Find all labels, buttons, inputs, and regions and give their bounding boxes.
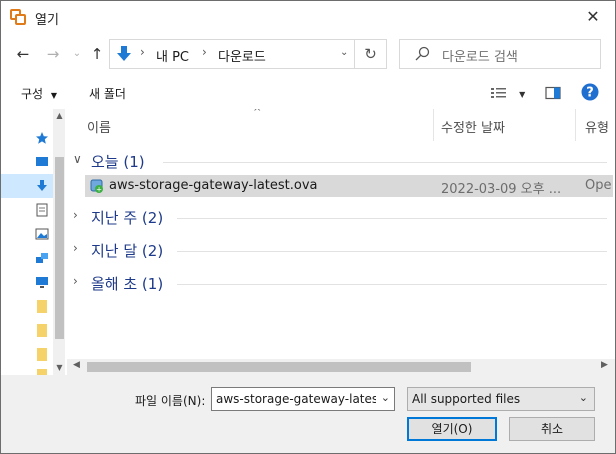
search-box[interactable]: 다운로드 검색: [399, 39, 601, 69]
file-row[interactable]: + aws-storage-gateway-latest.ova 2022-03…: [85, 175, 613, 197]
scrollbar-thumb[interactable]: [55, 157, 64, 339]
quick-access-star-icon[interactable]: [35, 131, 49, 145]
breadcrumb-downloads[interactable]: 다운로드: [218, 46, 266, 65]
chevron-right-icon: ›: [73, 241, 78, 255]
folder-icon[interactable]: [35, 323, 49, 337]
back-button[interactable]: ←: [13, 43, 33, 65]
chevron-down-icon: ⌄: [72, 48, 82, 59]
file-modified: 2022-03-09 오후 ...: [441, 182, 562, 197]
filename-combobox[interactable]: aws-storage-gateway-latest.ova ⌄: [211, 387, 395, 411]
group-label: 올해 초 (1): [91, 275, 164, 293]
chevron-right-icon: ›: [73, 274, 78, 288]
forward-button[interactable]: →: [43, 43, 63, 65]
arrow-right-icon: →: [46, 45, 60, 63]
new-folder-button[interactable]: 새 폴더: [89, 85, 126, 102]
svg-text:?: ?: [586, 86, 594, 101]
pictures-icon[interactable]: [35, 227, 49, 241]
close-button[interactable]: ✕: [581, 5, 605, 29]
folder-icon[interactable]: [35, 347, 49, 361]
search-icon: [415, 46, 430, 61]
filetype-select[interactable]: All supported files ⌄: [407, 387, 595, 411]
close-icon: ✕: [586, 7, 600, 26]
help-icon: ?: [581, 83, 599, 101]
scroll-left-icon[interactable]: ◀: [73, 360, 80, 370]
scroll-up-icon[interactable]: ▲: [53, 111, 65, 120]
nav-pane-scrollbar[interactable]: ▲ ▼: [53, 109, 65, 375]
breadcrumb-separator-icon: ›: [140, 45, 145, 59]
chevron-right-icon: ›: [73, 208, 78, 222]
open-file-dialog: 열기 ✕ ← → ⌄ ↑ › 내 PC › 다운로드 ⌄ ↻ 다운로드 검색 구…: [0, 0, 616, 454]
view-options-button[interactable]: ▼: [490, 85, 525, 104]
refresh-button[interactable]: ↻: [354, 40, 386, 68]
caret-down-icon: ▼: [519, 90, 526, 99]
group-label: 오늘 (1): [91, 153, 145, 171]
documents-icon[interactable]: [35, 203, 49, 217]
group-header-last-week[interactable]: › 지난 주 (2): [73, 205, 611, 231]
download-folder-icon: [117, 46, 131, 61]
filename-input[interactable]: aws-storage-gateway-latest.ova: [216, 392, 376, 406]
scroll-right-icon[interactable]: ▶: [601, 360, 608, 370]
navigation-bar: ← → ⌄ ↑ › 내 PC › 다운로드 ⌄ ↻ 다운로드 검색: [1, 37, 615, 73]
filetype-value: All supported files: [412, 392, 521, 406]
chevron-down-icon: ∨: [73, 152, 82, 166]
group-header-today[interactable]: ∨ 오늘 (1): [73, 149, 611, 175]
group-divider: [177, 284, 607, 285]
breadcrumb-separator-icon: ›: [202, 45, 207, 59]
search-placeholder: 다운로드 검색: [442, 50, 518, 65]
column-header-modified[interactable]: 수정한 날짜: [441, 117, 505, 136]
downloads-nav-icon[interactable]: [35, 179, 49, 193]
file-type: Ope: [585, 178, 612, 193]
column-header-type[interactable]: 유형: [585, 117, 609, 136]
window-title: 열기: [35, 13, 59, 28]
navigation-pane: ▲ ▼: [1, 109, 65, 375]
column-divider[interactable]: [433, 109, 434, 141]
details-view-icon: [491, 88, 506, 98]
group-divider: [177, 251, 607, 252]
app-icon: [10, 9, 26, 25]
filename-label: 파일 이름(N):: [135, 394, 206, 408]
title-bar: 열기 ✕: [1, 1, 615, 33]
ova-file-icon: +: [90, 179, 103, 194]
preview-pane-icon: [545, 86, 561, 100]
network-icon[interactable]: [35, 251, 49, 265]
column-header-name[interactable]: 이름: [87, 117, 111, 136]
this-pc-icon[interactable]: [35, 275, 49, 289]
up-button[interactable]: ↑: [87, 43, 107, 65]
group-header-earlier-this-year[interactable]: › 올해 초 (1): [73, 271, 611, 297]
scroll-down-icon[interactable]: ▼: [53, 363, 65, 372]
breadcrumb-this-pc[interactable]: 내 PC: [156, 46, 189, 65]
folder-icon[interactable]: [35, 368, 49, 375]
arrow-left-icon: ←: [16, 45, 30, 63]
group-divider: [163, 162, 607, 163]
organize-label: 구성: [21, 87, 44, 101]
sort-ascending-icon: ^: [253, 109, 262, 118]
arrow-up-icon: ↑: [90, 45, 104, 63]
address-bar[interactable]: › 내 PC › 다운로드 ⌄ ↻: [109, 39, 387, 69]
caret-down-icon: ▼: [50, 91, 58, 100]
group-header-last-month[interactable]: › 지난 달 (2): [73, 238, 611, 264]
folder-icon[interactable]: [35, 299, 49, 313]
dialog-footer: 파일 이름(N): aws-storage-gateway-latest.ova…: [1, 375, 615, 453]
file-name: aws-storage-gateway-latest.ova: [109, 178, 318, 193]
cancel-button[interactable]: 취소: [509, 417, 595, 441]
help-button[interactable]: ?: [581, 83, 599, 105]
chevron-down-icon[interactable]: ⌄: [381, 391, 390, 404]
group-label: 지난 달 (2): [91, 242, 164, 260]
group-label: 지난 주 (2): [91, 209, 164, 227]
desktop-folder-icon[interactable]: [35, 155, 49, 169]
group-divider: [177, 218, 607, 219]
svg-text:+: +: [96, 186, 102, 194]
open-button[interactable]: 열기(O): [407, 417, 497, 441]
scrollbar-thumb[interactable]: [87, 362, 471, 372]
refresh-icon: ↻: [364, 45, 377, 63]
file-list-horizontal-scrollbar[interactable]: ◀ ▶: [67, 359, 615, 375]
organize-menu[interactable]: 구성 ▼: [21, 85, 57, 102]
preview-pane-button[interactable]: [545, 85, 561, 104]
chevron-down-icon: ⌄: [578, 391, 588, 404]
address-dropdown-icon[interactable]: ⌄: [340, 47, 348, 58]
file-list: ^ 이름 수정한 날짜 유형 ∨ 오늘 (1) + aws-storage-ga…: [67, 109, 615, 375]
command-toolbar: 구성 ▼ 새 폴더 ▼ ?: [1, 79, 615, 107]
column-divider[interactable]: [575, 109, 576, 141]
recent-locations-button[interactable]: ⌄: [67, 43, 87, 65]
